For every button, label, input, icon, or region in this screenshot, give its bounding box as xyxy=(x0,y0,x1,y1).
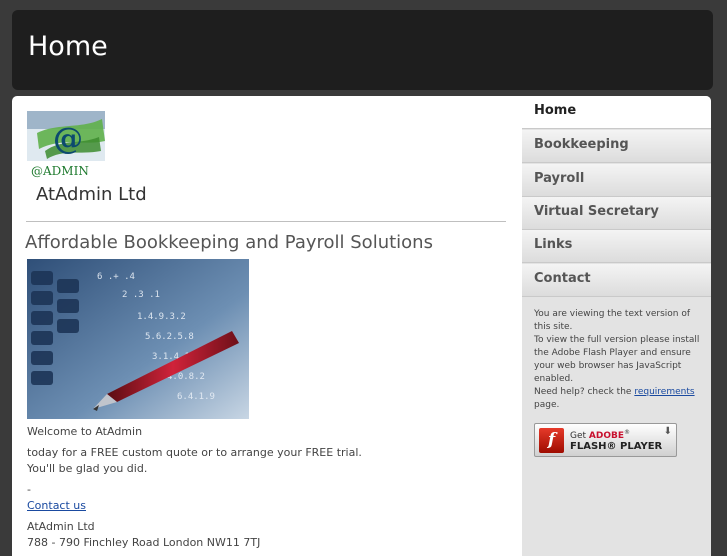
headline: Affordable Bookkeeping and Payroll Solut… xyxy=(25,232,433,253)
flash-icon: f xyxy=(539,428,564,453)
nav-item-payroll[interactable]: Payroll xyxy=(522,164,711,197)
svg-text:1.4.9.3.2: 1.4.9.3.2 xyxy=(137,312,186,322)
download-arrow-icon: ⬇ xyxy=(663,426,672,437)
flash-line2: To view the full version please install … xyxy=(534,335,700,384)
glad-text: You'll be glad you did. xyxy=(27,462,148,475)
nav-item-bookkeeping[interactable]: Bookkeeping xyxy=(522,130,711,163)
logo-graphic: @ @ADMIN xyxy=(27,111,105,178)
main-content: @ @ADMIN AtAdmin Ltd Affordable Bookkeep… xyxy=(12,96,522,556)
divider xyxy=(26,221,506,222)
quote-text: today for a FREE custom quote or to arra… xyxy=(27,446,362,459)
flash-notice: You are viewing the text version of this… xyxy=(534,308,704,412)
address-line: 788 - 790 Finchley Road London NW11 7TJ xyxy=(27,536,261,549)
sidebar: Home Bookkeeping Payroll Virtual Secreta… xyxy=(522,96,711,556)
nav-item-virtual-secretary[interactable]: Virtual Secretary xyxy=(522,197,711,230)
flash-badge-player: FLASH® PLAYER xyxy=(570,441,663,452)
atadmin-logo: @ @ADMIN xyxy=(27,111,105,181)
get-flash-player-button[interactable]: f Get ADOBE® FLASH® PLAYER ⬇ xyxy=(534,423,677,457)
logo-text: @ADMIN xyxy=(31,164,89,178)
svg-text:2 .3 .1: 2 .3 .1 xyxy=(122,290,160,300)
header-bar: Home xyxy=(12,10,713,90)
svg-text:@: @ xyxy=(53,122,83,157)
address-name: AtAdmin Ltd xyxy=(27,520,95,533)
flash-badge-get: Get ADOBE® xyxy=(570,429,631,441)
calculator-spreadsheet-photo: 6 .+ .4 2 .3 .1 1.4.9.3.2 5.6.2.5.8 3.1.… xyxy=(27,259,249,419)
nav-item-home[interactable]: Home xyxy=(522,96,711,129)
company-name: AtAdmin Ltd xyxy=(36,184,147,205)
svg-text:5.6.2.5.8: 5.6.2.5.8 xyxy=(145,332,194,342)
svg-text:6 .+ .4: 6 .+ .4 xyxy=(97,272,135,282)
contact-us-link[interactable]: Contact us xyxy=(27,499,86,512)
page-title: Home xyxy=(28,31,108,62)
svg-text:6.4.1.9: 6.4.1.9 xyxy=(177,392,215,402)
requirements-link[interactable]: requirements xyxy=(634,387,694,397)
flash-line1: You are viewing the text version of this… xyxy=(534,309,691,332)
welcome-text: Welcome to AtAdmin xyxy=(27,425,143,438)
flash-line3: Need help? check the requirements page. xyxy=(534,387,695,410)
dash-text: - xyxy=(27,483,31,496)
nav-item-contact[interactable]: Contact xyxy=(522,264,711,297)
nav-item-links[interactable]: Links xyxy=(522,230,711,263)
